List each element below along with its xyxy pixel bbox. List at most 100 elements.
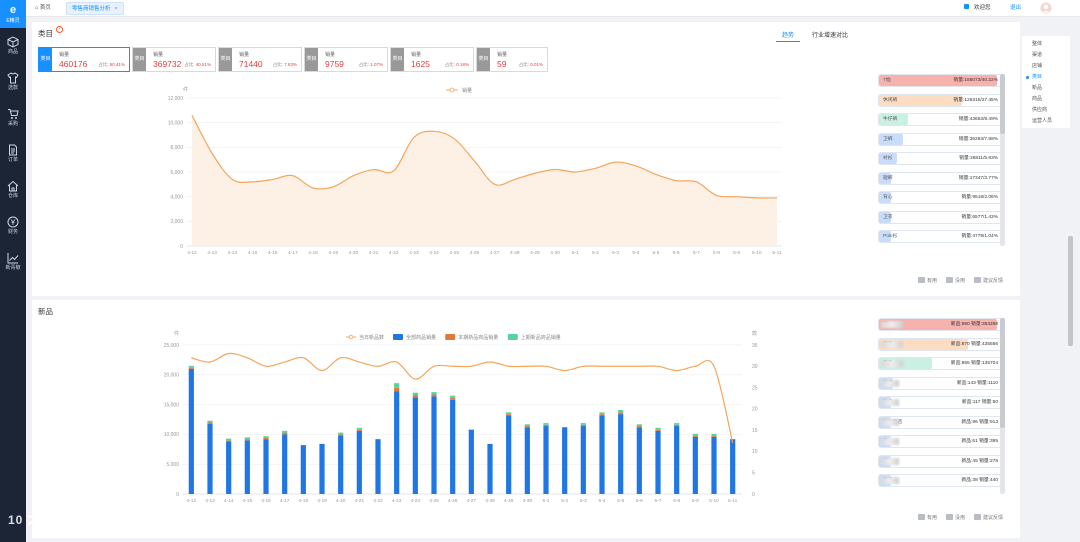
bar-全部商品销量: [319, 443, 325, 494]
bar-全部商品销量: [188, 368, 194, 494]
anchor-operator[interactable]: 运营人员: [1032, 117, 1052, 124]
y2-axis-label: 款: [752, 330, 757, 337]
ranking-item[interactable]: 旗店新品:38 销量:440: [878, 474, 1002, 487]
scrollbar-thumb[interactable]: [1000, 74, 1005, 134]
ranking-item[interactable]: 时尚旗店新品:96 销量:913: [878, 415, 1002, 429]
ranking-item[interactable]: 卫衣 销量:6577/1.43%: [878, 210, 1002, 224]
anchor-channel[interactable]: 渠道: [1032, 51, 1042, 58]
ranking-item[interactable]: 牛仔裤 销量:43653/9.49%: [878, 113, 1002, 126]
ranking-item[interactable]: 背心 销量:9518/2.06%: [878, 191, 1002, 204]
x-tick-label: 4-30: [523, 498, 533, 504]
ranking-item[interactable]: 短裤 销量:17347/3.77%: [878, 171, 1002, 185]
bar-全部商品销量: [618, 414, 624, 494]
bar-上期新品商品销量: [431, 392, 437, 395]
bar-全部商品销量: [394, 391, 400, 494]
ranking-value: 新品:117 销量:50: [961, 400, 998, 405]
ranking-value: 新品:880 销量:363288: [950, 322, 998, 327]
anchor-store[interactable]: 店铺: [1032, 62, 1042, 69]
chart-icon: [7, 253, 19, 264]
ranking-item[interactable]: 店新品:45 销量:278: [878, 454, 1002, 468]
tab-home[interactable]: ⌂ 首页: [30, 2, 56, 15]
sidebar-item-finance[interactable]: 财务: [0, 212, 26, 242]
scrollbar-thumb[interactable]: [1000, 318, 1005, 428]
x-tick-label: 5-6: [636, 498, 643, 504]
useless-button[interactable]: 没用: [946, 277, 965, 284]
ranking-value: 销量:17347/3.77%: [958, 175, 998, 181]
thumbs-up-icon: [918, 277, 925, 283]
page-scrollbar[interactable]: [1068, 236, 1073, 346]
y-tick-label: 6,000: [170, 170, 183, 176]
suggestion-button[interactable]: 建议反馈: [974, 277, 1003, 284]
ranking-item[interactable]: 店新品:880 销量:363288: [878, 318, 1002, 331]
sidebar-item-products[interactable]: 商品: [0, 32, 26, 62]
useful-button[interactable]: 有用: [918, 277, 937, 284]
x-tick-label: 4-29: [504, 498, 514, 504]
close-icon[interactable]: ×: [115, 6, 118, 12]
x-tick-label: 5-2: [561, 498, 568, 504]
ranking-name: T恤: [883, 78, 891, 83]
anchor-category[interactable]: 类目: [1032, 73, 1042, 80]
blurred-store-name: [881, 477, 899, 484]
ranking-value: 新品:61 销量:395: [961, 439, 998, 444]
ranking-name: 衬衫: [883, 156, 893, 161]
sidebar-item-warehouse[interactable]: 仓库: [0, 176, 26, 206]
ranking-item[interactable]: 旗店新品:143 销量:1110: [878, 376, 1002, 390]
x-tick-label: 4-28: [510, 250, 520, 256]
house-icon: [7, 180, 19, 192]
logout-link[interactable]: 退出: [1010, 2, 1021, 15]
y2-tick-label: 0: [752, 492, 755, 498]
bar-全部商品销量: [599, 415, 605, 494]
y-tick-label: 0: [176, 492, 179, 498]
ranking-scrollbar[interactable]: [1000, 74, 1005, 246]
sidebar-item-purchase[interactable]: 采购: [0, 104, 26, 134]
ranking-item[interactable]: 休闲裤 销量:126315/27.45%: [878, 93, 1002, 107]
x-tick-label: 4-27: [467, 498, 477, 504]
legend-label: 销量: [462, 87, 472, 94]
x-tick-label: 4-23: [409, 250, 419, 256]
bar-上期新品商品销量: [207, 420, 213, 423]
ranking-item[interactable]: 店新品:61 销量:395: [878, 435, 1002, 448]
bar-上期新品商品销量: [711, 433, 717, 436]
anchor-overall[interactable]: 整体: [1032, 40, 1042, 47]
ranking-item[interactable]: 旗店新品:870 销量:435556: [878, 337, 1002, 351]
ranking-name: 卫裤: [883, 136, 893, 142]
sidebar-item-orders[interactable]: 订单: [0, 140, 26, 170]
tab-label: 零售商销售分析: [72, 6, 111, 12]
avatar[interactable]: [1040, 2, 1052, 15]
anchor-supplier[interactable]: 供应商: [1032, 106, 1047, 113]
shop-icon: [964, 4, 969, 9]
ranking-item[interactable]: 旗店新品:117 销量:50: [878, 396, 1002, 409]
user-greeting: 欢迎您: [964, 2, 991, 15]
ranking-item[interactable]: 衬衫 销量:26811/5.83%: [878, 152, 1002, 165]
sidebar-item-analytics[interactable]: 新青椒: [0, 248, 26, 278]
ranking-item[interactable]: T恤 销量:185073/40.22%: [878, 74, 1002, 87]
ranking-scrollbar[interactable]: [1000, 318, 1005, 494]
feedback-label: 没用: [955, 278, 966, 284]
x-tick-label: 4-15: [248, 250, 258, 256]
x-tick-label: 4-30: [550, 250, 560, 256]
logo-mark: e: [9, 4, 17, 16]
anchor-product[interactable]: 商品: [1032, 95, 1042, 102]
x-tick-label: 5-2: [592, 250, 599, 256]
x-tick-label: 4-28: [485, 498, 495, 504]
legend-label: 当日新品数: [359, 334, 384, 341]
suggestion-button[interactable]: 建议反馈: [974, 514, 1003, 521]
sidebar-item-selection[interactable]: 选款: [0, 68, 26, 98]
bar-上期新品商品销量: [543, 423, 549, 425]
app-logo[interactable]: e E精灵: [0, 0, 26, 28]
useful-button[interactable]: 有用: [918, 514, 937, 521]
shirt-icon: [7, 72, 19, 84]
bar-本期新品商品销量: [188, 367, 194, 369]
anchor-new-product[interactable]: 新品: [1032, 84, 1042, 91]
tab-sales-analysis[interactable]: 零售商销售分析 ×: [66, 2, 124, 15]
ranking-item[interactable]: Polo衫 销量:4779/1.04%: [878, 230, 1002, 243]
ranking-item[interactable]: 卫裤 销量:36283/7.88%: [878, 132, 1002, 146]
ranking-item[interactable]: 旗店新品:855 销量:135704: [878, 357, 1002, 370]
x-tick-label: 5-7: [693, 250, 700, 256]
bar-本期新品商品销量: [282, 432, 288, 435]
bar-上期新品商品销量: [692, 433, 698, 436]
bar-全部商品销量: [338, 435, 344, 494]
bar-全部商品销量: [375, 439, 381, 494]
useless-button[interactable]: 没用: [946, 514, 965, 521]
bar-本期新品商品销量: [263, 437, 269, 440]
